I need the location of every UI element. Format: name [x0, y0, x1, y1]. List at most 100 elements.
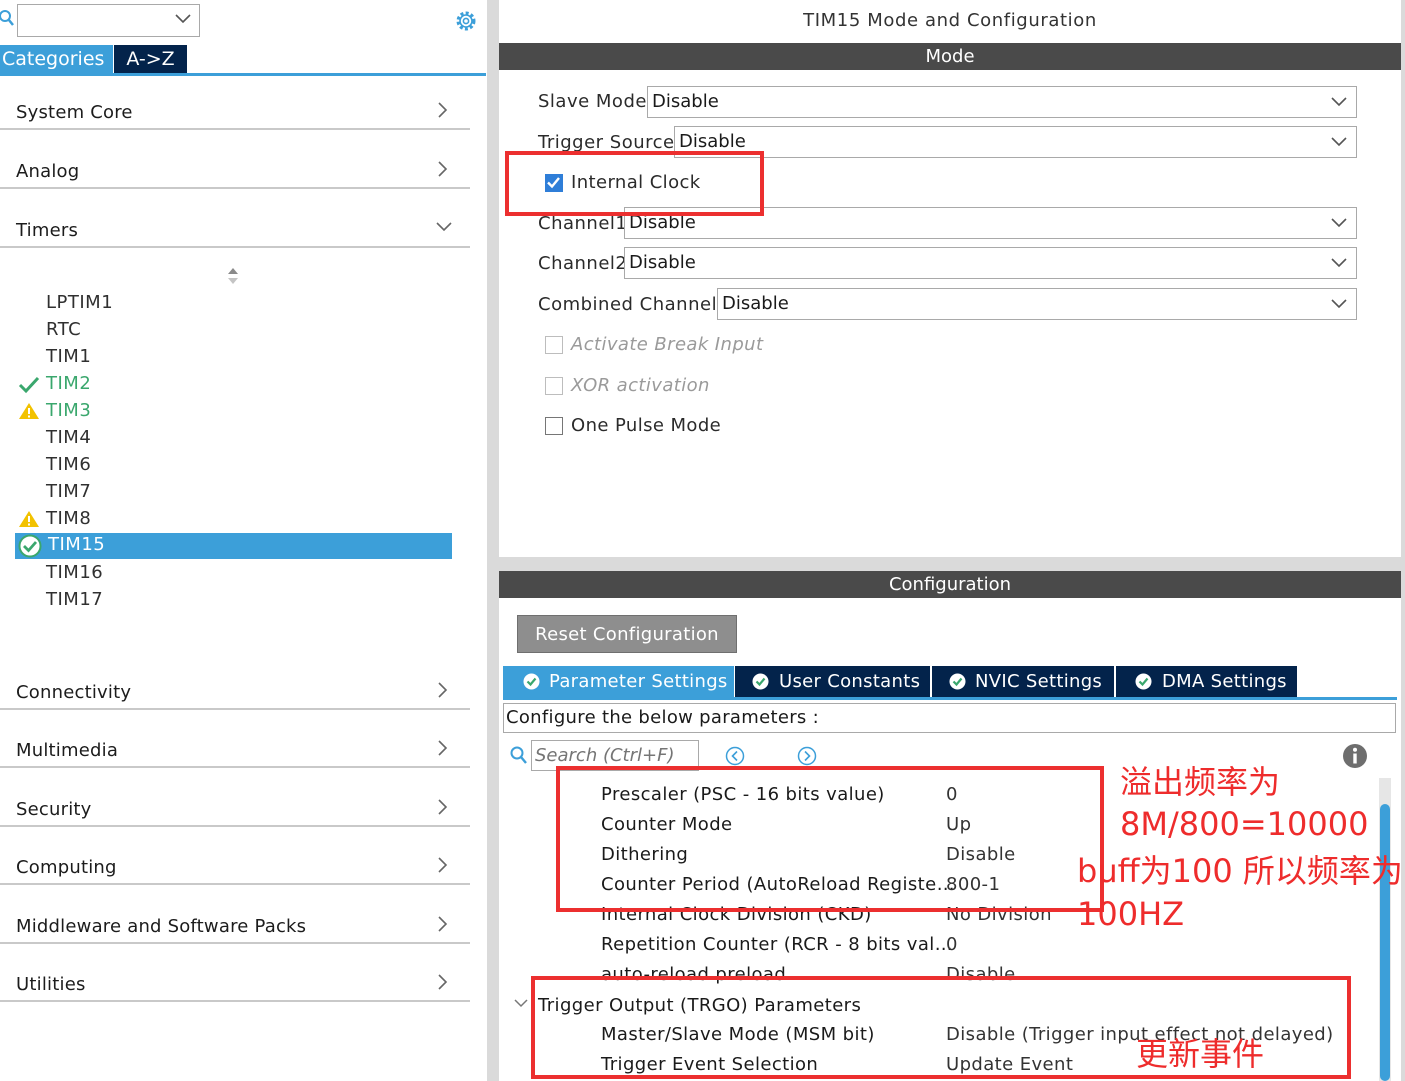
trigger-source-label: Trigger Source — [538, 132, 675, 153]
scrollbar-thumb[interactable] — [1380, 804, 1390, 1081]
chevron-down-icon — [1331, 299, 1347, 309]
annotation-box-internal-clock — [505, 151, 764, 216]
search-icon[interactable] — [0, 8, 14, 28]
tab-dma-settings[interactable]: DMA Settings — [1116, 666, 1297, 697]
info-icon[interactable] — [1342, 743, 1368, 769]
category-system-core[interactable]: System Core — [0, 90, 470, 130]
slave-mode-label: Slave Mode — [538, 91, 647, 112]
xor-activation-label: XOR activation — [571, 375, 710, 396]
check-circle-icon — [18, 534, 42, 558]
param-repetition-counter-value[interactable]: 0 — [946, 934, 958, 955]
chevron-right-icon — [438, 102, 448, 118]
category-label: Analog — [16, 161, 80, 182]
previous-match-icon[interactable] — [725, 746, 745, 766]
annotation-box-timebase — [556, 766, 1104, 912]
category-computing[interactable]: Computing — [0, 845, 470, 885]
category-multimedia[interactable]: Multimedia — [0, 728, 470, 768]
chevron-right-icon — [438, 916, 448, 932]
timer-item-tim1[interactable]: TIM1 — [46, 346, 91, 367]
category-analog[interactable]: Analog — [0, 149, 470, 189]
timer-item-tim16[interactable]: TIM16 — [46, 562, 103, 583]
select-value: Disable — [722, 293, 789, 314]
xor-activation-checkbox[interactable] — [545, 377, 563, 395]
tab-underline — [503, 697, 1397, 700]
timer-item-lptim1[interactable]: LPTIM1 — [46, 292, 113, 313]
tab-parameter-settings[interactable]: Parameter Settings — [503, 666, 734, 697]
select-value: Disable — [679, 131, 746, 152]
section-splitter[interactable] — [499, 557, 1401, 571]
timer-item-tim3[interactable]: TIM3 — [46, 400, 91, 421]
tab-label: Parameter Settings — [549, 671, 728, 692]
trigger-source-select[interactable]: Disable — [674, 126, 1357, 158]
timer-item-rtc[interactable]: RTC — [46, 319, 81, 340]
chevron-down-icon — [1331, 258, 1347, 268]
annotation-text-line1: 溢出频率为 — [1120, 763, 1281, 801]
category-security[interactable]: Security — [0, 787, 470, 827]
category-label: System Core — [16, 102, 133, 123]
tab-categories[interactable]: Categories — [0, 45, 113, 73]
page-title: TIM15 Mode and Configuration — [803, 10, 1097, 31]
panel-splitter[interactable] — [487, 0, 499, 1081]
timer-item-tim4[interactable]: TIM4 — [46, 427, 91, 448]
chevron-down-icon — [1331, 137, 1347, 147]
next-match-icon[interactable] — [797, 746, 817, 766]
window-edge — [1401, 0, 1405, 1081]
tab-a-to-z[interactable]: A->Z — [114, 45, 187, 73]
one-pulse-mode-checkbox[interactable] — [545, 417, 563, 435]
annotation-text-line4: 100HZ — [1077, 895, 1185, 933]
tab-label: User Constants — [779, 671, 921, 692]
category-label: Utilities — [16, 974, 86, 995]
one-pulse-mode-label: One Pulse Mode — [571, 415, 722, 436]
timer-item-tim8[interactable]: TIM8 — [46, 508, 91, 529]
annotation-text-update-event: 更新事件 — [1136, 1035, 1265, 1073]
category-label: Timers — [16, 220, 79, 241]
check-circle-icon — [523, 673, 540, 690]
chevron-down-icon — [436, 222, 452, 232]
vertical-scrollbar[interactable] — [1379, 778, 1391, 1081]
chevron-right-icon — [438, 682, 448, 698]
timer-item-tim6[interactable]: TIM6 — [46, 454, 91, 475]
timer-item-tim15[interactable]: TIM15 — [15, 533, 452, 559]
category-utilities[interactable]: Utilities — [0, 962, 470, 1002]
tab-nvic-settings[interactable]: NVIC Settings — [932, 666, 1114, 697]
param-repetition-counter-name: Repetition Counter (RCR - 8 bits val… — [601, 934, 954, 955]
category-middleware[interactable]: Middleware and Software Packs — [0, 904, 470, 944]
activate-break-input-label: Activate Break Input — [571, 334, 764, 355]
tab-user-constants[interactable]: User Constants — [735, 666, 930, 697]
check-circle-icon — [1135, 673, 1152, 690]
category-connectivity[interactable]: Connectivity — [0, 670, 470, 710]
chevron-down-icon — [1331, 218, 1347, 228]
activate-break-input-checkbox[interactable] — [545, 336, 563, 354]
category-label: Security — [16, 799, 92, 820]
select-value: Disable — [652, 91, 719, 112]
slave-mode-select[interactable]: Disable — [647, 86, 1357, 118]
chevron-right-icon — [438, 161, 448, 177]
peripheral-search-combo[interactable] — [17, 4, 200, 37]
check-circle-icon — [752, 673, 769, 690]
channel2-label: Channel2 — [538, 253, 628, 274]
warning-icon — [19, 511, 39, 527]
timer-item-tim7[interactable]: TIM7 — [46, 481, 91, 502]
channel2-select[interactable]: Disable — [624, 247, 1357, 279]
configuration-section-header: Configuration — [499, 571, 1401, 598]
category-timers[interactable]: Timers — [0, 208, 470, 248]
timer-item-tim17[interactable]: TIM17 — [46, 589, 103, 610]
checkmark-icon — [18, 376, 40, 394]
chevron-down-icon[interactable] — [514, 999, 528, 1008]
check-circle-icon — [949, 673, 966, 690]
category-label: Multimedia — [16, 740, 119, 761]
timer-item-tim2[interactable]: TIM2 — [46, 373, 91, 394]
mode-section-header: Mode — [499, 43, 1401, 70]
gear-icon[interactable] — [453, 8, 479, 34]
sort-icon[interactable] — [227, 267, 239, 285]
channel1-label: Channel1 — [538, 213, 628, 234]
combined-channels-select[interactable]: Disable — [717, 288, 1357, 320]
category-label: Computing — [16, 857, 117, 878]
chevron-right-icon — [438, 740, 448, 756]
timer-label: TIM15 — [48, 534, 106, 555]
reset-configuration-button[interactable]: Reset Configuration — [517, 615, 737, 653]
tab-label: NVIC Settings — [975, 671, 1103, 692]
select-value: Disable — [629, 252, 696, 273]
search-icon — [510, 746, 527, 764]
chevron-right-icon — [438, 974, 448, 990]
